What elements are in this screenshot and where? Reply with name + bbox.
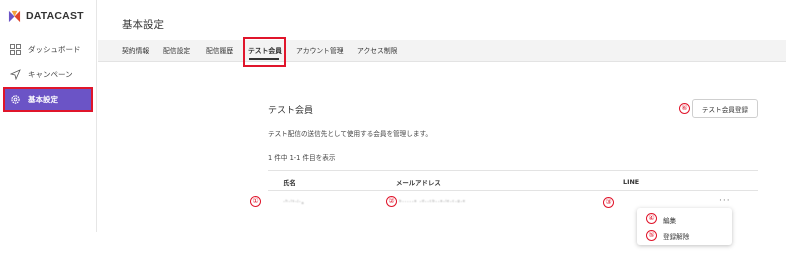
menu-item-edit[interactable]: 編集	[663, 215, 676, 225]
menu-item-unregister[interactable]: 登録解除	[663, 231, 689, 241]
dashboard-icon	[9, 44, 21, 56]
tab-delivery-settings[interactable]: 配信設定	[163, 40, 190, 62]
sidebar-item-label: 基本設定	[28, 95, 58, 104]
section-description: テスト配信の送信先として使用する会員を管理します。	[268, 130, 432, 138]
column-header-email: メールアドレス	[396, 179, 441, 187]
sidebar-item-settings[interactable]: 基本設定	[3, 87, 93, 112]
tab-highlight-box	[243, 37, 286, 67]
logo[interactable]: DATACAST	[8, 9, 84, 23]
row-more-menu-icon[interactable]: ···	[719, 196, 731, 206]
row-action-menu: ④ 編集 ⑤ 登録解除	[637, 208, 732, 245]
gear-icon	[9, 94, 21, 106]
tab-account-management[interactable]: アカウント管理	[296, 40, 344, 62]
sidebar-item-campaign[interactable]: キャンペーン	[5, 64, 91, 85]
table-top-border	[268, 170, 758, 171]
column-header-name: 氏名	[283, 179, 296, 187]
table-header-border	[268, 190, 758, 191]
send-icon	[9, 69, 21, 81]
logo-text: DATACAST	[26, 10, 84, 22]
cell-name: ·ʰ·ˡˢ·ʲ·ₐ	[283, 199, 305, 206]
datacast-logo-icon	[8, 10, 21, 22]
marker-6: ⑥	[679, 103, 690, 114]
marker-4: ④	[646, 213, 657, 224]
sidebar-item-label: ダッシュボード	[28, 45, 81, 54]
marker-3: ③	[603, 197, 614, 208]
tab-access-restriction[interactable]: アクセス制限	[357, 40, 397, 62]
sidebar-item-dashboard[interactable]: ダッシュボード	[5, 39, 91, 60]
page-title: 基本設定	[122, 19, 164, 31]
sidebar: DATACAST ダッシュボード キャンペーン 基本設定	[0, 0, 97, 232]
marker-5: ⑤	[646, 230, 657, 241]
marker-2: ②	[386, 196, 397, 207]
cell-email: ᵇ·····ᵃ ·ᵈ··ᶜᵇ··ᵃ·ˡᵉ·ᶜ·ᵍ·ᵉ	[399, 199, 466, 206]
tab-delivery-history[interactable]: 配信履歴	[206, 40, 233, 62]
register-test-member-button[interactable]: テスト会員登録	[692, 99, 758, 118]
sidebar-item-label: キャンペーン	[28, 70, 73, 79]
marker-1: ①	[250, 196, 261, 207]
tab-bar: 契約情報 配信設定 配信履歴 テスト会員 アカウント管理 アクセス制限	[98, 40, 786, 62]
section-title: テスト会員	[268, 106, 314, 116]
column-header-line: LINE	[623, 178, 640, 186]
result-count: 1 件中 1-1 件目を表示	[268, 154, 336, 162]
tab-contract[interactable]: 契約情報	[122, 40, 149, 62]
